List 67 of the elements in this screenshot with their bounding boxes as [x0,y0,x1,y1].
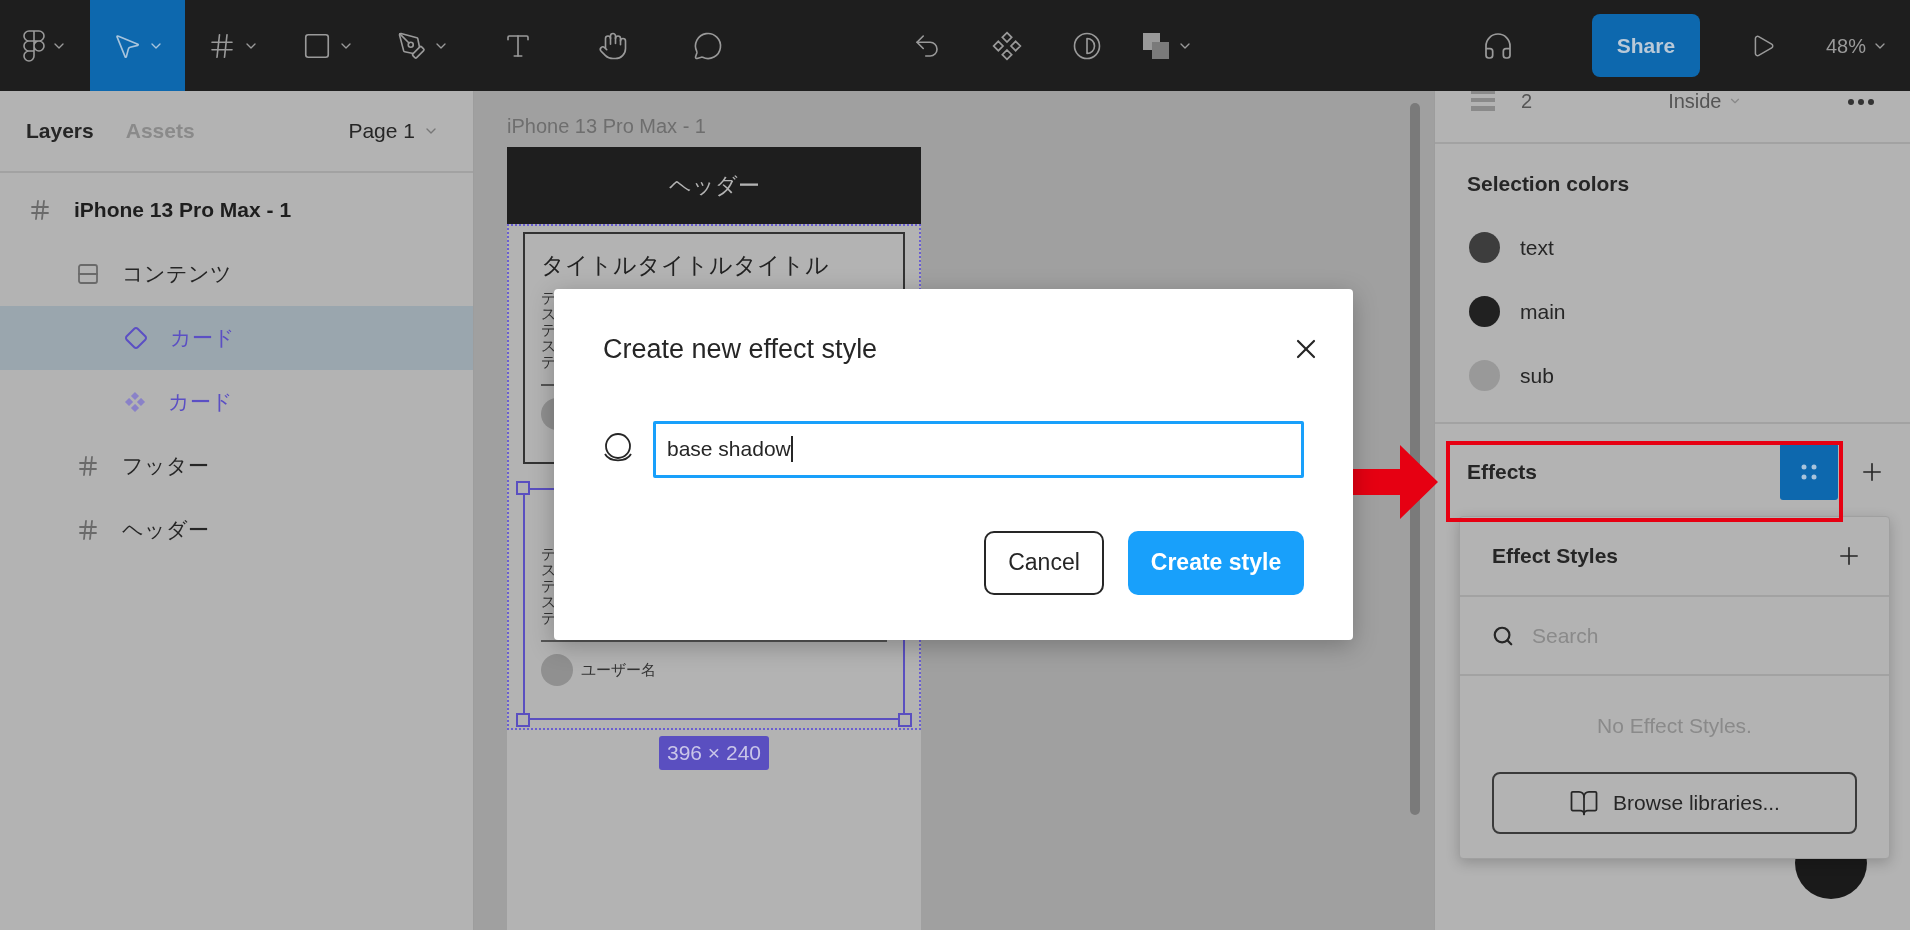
layer-row[interactable]: iPhone 13 Pro Max - 1 [0,178,473,242]
stroke-weight-icon [1471,91,1495,111]
card-text: ス [541,306,556,322]
dimension-label: 396 × 240 [659,736,769,770]
card-text: ス [541,562,556,578]
stroke-position-select[interactable]: Inside [1668,91,1742,111]
resize-handle[interactable] [516,481,530,495]
frame-icon [28,198,52,222]
card-text: テ [541,322,556,338]
color-name: main [1520,298,1566,325]
text-cursor [790,436,793,462]
page-selector[interactable]: Page 1 [348,115,439,147]
resize-handle[interactable] [898,713,912,727]
frame-icon [76,454,100,478]
card-title: タイトルタイトルタイトル [541,251,829,280]
zoom-level: 48% [1825,33,1866,59]
layer-name: コンテンツ [122,261,232,288]
pen-icon [396,30,427,61]
style-name-field[interactable]: base shadow [653,420,1304,478]
styles-icon [1800,462,1818,481]
user-name: ユーザー名 [581,659,656,680]
card-text: テ [541,578,556,594]
arrow-icon [1350,445,1438,519]
hand-icon [597,30,628,61]
card-text: ス [541,338,556,354]
layer-name: ヘッダー [122,517,209,544]
card-text: テ [541,290,556,306]
more-icon [1848,99,1874,105]
style-button[interactable] [1780,443,1838,500]
color-name: text [1520,234,1554,261]
card-text: テ [541,546,556,562]
zoom-button[interactable]: 48% [1825,30,1888,61]
instance-icon [124,326,148,350]
browse-libraries-button[interactable]: Browse libraries... [1492,771,1857,834]
color-swatch[interactable] [1469,232,1500,263]
color-swatch[interactable] [1469,296,1500,327]
layer-row[interactable]: コンテンツ [0,242,473,306]
popup-title: Effect Styles [1492,543,1619,570]
stack-icon [76,262,100,286]
search-icon [1492,624,1514,647]
color-name: sub [1520,362,1554,389]
layer-name: フッター [122,453,209,480]
boolean-icon [1141,30,1171,61]
color-swatch[interactable] [1469,360,1500,391]
layer-name: カード [168,389,233,416]
avatar [541,654,573,686]
panel-tab[interactable]: Layers [26,115,94,147]
section-title: Effects [1467,458,1538,485]
header-text: ヘッダー [668,172,760,200]
comment-icon [692,30,723,61]
layer-name: iPhone 13 Pro Max - 1 [74,197,292,224]
card-text: テ [541,354,556,370]
frame-icon [76,518,100,542]
logo-icon [23,29,45,62]
component-icon [124,391,146,413]
contrast-icon [1072,30,1102,61]
layer-name: カード [170,325,235,352]
dialog-title: Create new effect style [603,333,878,366]
layer-row[interactable]: フッター [0,434,473,498]
card-text: テ [541,610,556,626]
card-text: ス [541,594,556,610]
stroke-weight: 2 [1521,91,1533,111]
layer-row[interactable]: ヘッダー [0,498,473,562]
section-title: Selection colors [1467,171,1631,197]
cancel-button[interactable]: Cancel [984,530,1104,595]
resize-handle[interactable] [516,713,530,727]
component-icon [991,29,1023,62]
